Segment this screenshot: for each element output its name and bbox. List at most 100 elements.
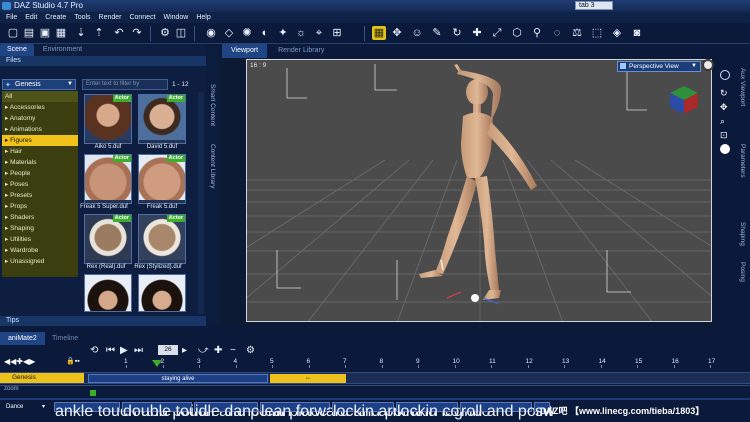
import-icon[interactable]: ⇣ xyxy=(74,26,88,40)
track-label-genesis[interactable]: Genesis xyxy=(0,373,84,383)
dance-clip[interactable]: ankle touch and point xyxy=(54,402,207,420)
camera-icon[interactable]: ◉ xyxy=(204,26,218,40)
dance-clip[interactable]: roll and point xyxy=(460,402,553,420)
category-item[interactable]: ▸ People xyxy=(2,168,78,179)
rotate-icon[interactable]: ↻ xyxy=(450,26,464,40)
bake-icon[interactable]: ⤻ xyxy=(198,345,209,356)
category-item[interactable]: ▸ Presets xyxy=(2,190,78,201)
screenshot-icon[interactable]: ◙ xyxy=(630,26,644,40)
spot-icon[interactable]: ◐ xyxy=(258,26,272,40)
thumbnail[interactable] xyxy=(138,274,186,312)
clip-staying-alive[interactable]: staying alive xyxy=(88,374,268,383)
tab-posing[interactable]: Posing xyxy=(739,262,746,282)
category-item[interactable]: ▸ Poses xyxy=(2,179,78,190)
thumbnail[interactable] xyxy=(84,274,132,312)
tab-aux-viewport[interactable]: Aux Viewport xyxy=(739,68,746,106)
frame-ruler[interactable]: 1 2 3 4 5 6 7 8 9 10 11 12 13 14 15 16 17 xyxy=(88,356,750,368)
node-weight-icon[interactable]: ⚖ xyxy=(570,26,584,40)
category-item[interactable]: ▸ Wardrobe xyxy=(2,245,78,256)
timeline-scrollbar[interactable] xyxy=(0,398,750,400)
menu-create[interactable]: Create xyxy=(45,14,66,21)
pan-icon[interactable]: ✥ xyxy=(720,102,728,113)
remove-key-icon[interactable]: − xyxy=(230,345,236,356)
save-as-icon[interactable]: ▦ xyxy=(54,26,68,40)
menu-connect[interactable]: Connect xyxy=(129,14,155,21)
settings-icon[interactable]: ⚙ xyxy=(246,345,255,356)
primitive-icon[interactable]: ◇ xyxy=(222,26,236,40)
filter-input[interactable]: Enter text to filter by xyxy=(82,79,168,90)
reset-view-icon[interactable] xyxy=(720,144,730,154)
dolly-icon[interactable]: ⌕ xyxy=(720,116,725,127)
universal-tool-icon[interactable]: ✥ xyxy=(390,26,404,40)
render-icon[interactable]: ◫ xyxy=(174,26,188,40)
menu-tools[interactable]: Tools xyxy=(74,14,90,21)
zoom-icon[interactable] xyxy=(720,70,730,80)
group-icon[interactable]: ⊞ xyxy=(330,26,344,40)
tab-shaping[interactable]: Shaping xyxy=(739,222,746,246)
render-settings-icon[interactable]: ⚙ xyxy=(158,26,172,40)
3d-viewport[interactable] xyxy=(246,59,712,322)
step-forward-icon[interactable]: ⏭ xyxy=(134,345,143,356)
play-reverse-icon[interactable]: ⏮ xyxy=(106,345,115,356)
distant-icon[interactable]: ☼ xyxy=(294,26,308,40)
menu-help[interactable]: Help xyxy=(196,14,210,21)
surface-select-icon[interactable]: ◌ xyxy=(550,26,564,40)
thumbnail[interactable]: Actor xyxy=(84,154,132,204)
new-scene-icon[interactable]: ▢ xyxy=(6,26,20,40)
undo-icon[interactable]: ↶ xyxy=(112,26,126,40)
category-item[interactable]: ▸ Shaders xyxy=(2,212,78,223)
menu-file[interactable]: File xyxy=(6,14,17,21)
category-item[interactable]: ▸ Animations xyxy=(2,124,78,135)
merge-icon[interactable]: ⇡ xyxy=(92,26,106,40)
camera-dropdown[interactable]: Perspective View ▼ xyxy=(617,61,701,72)
active-pose-icon[interactable]: ☺ xyxy=(410,26,424,40)
category-item[interactable]: ▸ Shaping xyxy=(2,223,78,234)
files-header[interactable]: Files xyxy=(0,56,206,66)
point-icon[interactable]: ✦ xyxy=(276,26,290,40)
lock-icon[interactable]: 🔒▪▪ xyxy=(66,357,80,365)
dance-clip[interactable]: idle dance in place xyxy=(194,402,328,420)
null-icon[interactable]: ⌖ xyxy=(312,26,326,40)
light-icon[interactable]: ✺ xyxy=(240,26,254,40)
spot-render-icon[interactable]: ⬚ xyxy=(590,26,604,40)
category-item[interactable]: ▸ Hair xyxy=(2,146,78,157)
scale-icon[interactable]: ⤢ xyxy=(490,26,504,40)
menu-render[interactable]: Render xyxy=(99,14,122,21)
category-item[interactable]: ▸ Unassigned xyxy=(2,256,78,267)
frame-stepper-icon[interactable]: ▸ xyxy=(182,345,187,356)
orbit-icon[interactable]: ↻ xyxy=(720,88,728,99)
tab-parameters[interactable]: Parameters xyxy=(739,144,746,178)
geometry-edit-icon[interactable]: ⬡ xyxy=(510,26,524,40)
playhead-marker[interactable] xyxy=(152,360,162,367)
tab-animate2[interactable]: aniMate2 xyxy=(0,332,45,345)
category-item[interactable]: ▸ Props xyxy=(2,201,78,212)
category-item[interactable]: ▸ Accessories xyxy=(2,102,78,113)
add-key-icon[interactable]: ✚ xyxy=(214,345,222,356)
thumbnail[interactable]: Actor xyxy=(138,154,186,204)
viewport-options-icon[interactable] xyxy=(702,59,714,71)
view-cube-icon[interactable] xyxy=(668,84,700,116)
clip-selected[interactable]: ↔ xyxy=(270,374,346,383)
category-item[interactable]: All xyxy=(2,91,78,102)
save-icon[interactable]: ▣ xyxy=(38,26,52,40)
thumbnail[interactable]: Actor xyxy=(84,214,132,264)
category-item[interactable]: ▸ Materials xyxy=(2,157,78,168)
tab-viewport[interactable]: Viewport xyxy=(222,44,268,58)
tab-content-library[interactable]: Content Library xyxy=(209,144,216,188)
joint-editor-icon[interactable]: ⚲ xyxy=(530,26,544,40)
edit-tool-icon[interactable]: ◈ xyxy=(610,26,624,40)
tab-smart-content[interactable]: Smart Content xyxy=(209,84,216,126)
node-select-icon[interactable]: ▦ xyxy=(372,26,386,40)
tips-tab[interactable]: Tips xyxy=(0,316,206,326)
frame-field[interactable]: 26 xyxy=(158,345,178,355)
thumbnail[interactable]: Actor xyxy=(84,94,132,144)
menu-edit[interactable]: Edit xyxy=(25,14,37,21)
category-item[interactable]: ▸ Utilities xyxy=(2,234,78,245)
thumbnail[interactable]: Actor xyxy=(138,214,186,264)
play-icon[interactable]: ▶ xyxy=(120,345,128,356)
menu-window[interactable]: Window xyxy=(163,14,188,21)
tab-environment[interactable]: Environment xyxy=(36,44,89,56)
open-folder-icon[interactable]: ▤ xyxy=(22,26,36,40)
dance-clip[interactable]: lockin combo xyxy=(396,402,490,420)
tab-scene[interactable]: Scene xyxy=(0,44,34,56)
